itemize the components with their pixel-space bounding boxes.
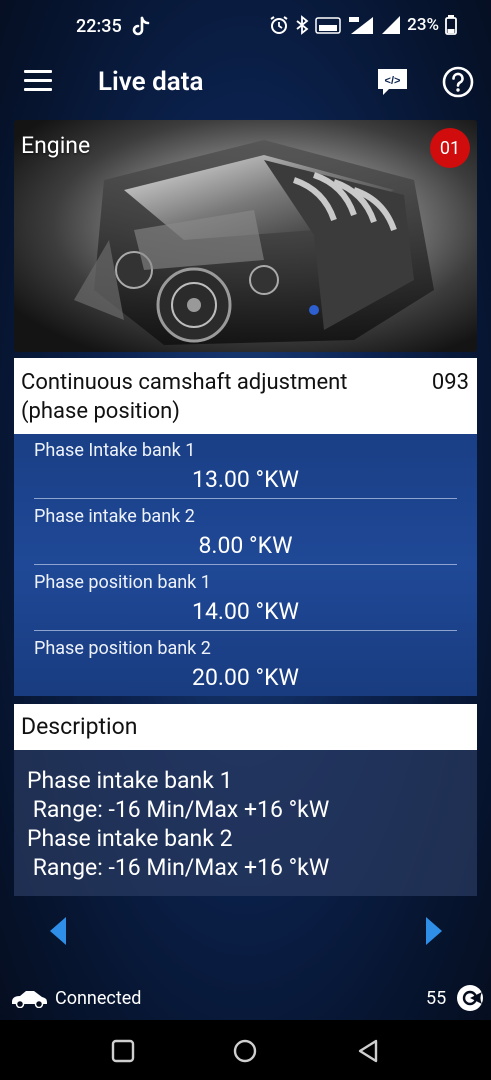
value-reading: 20.00 °KW xyxy=(192,664,299,691)
connection-status: Connected xyxy=(55,988,142,1009)
divider xyxy=(34,498,457,499)
alarm-icon xyxy=(270,16,288,34)
app-bar: Live data </> xyxy=(0,58,491,108)
value-label: Phase Intake bank 1 xyxy=(34,440,196,461)
triangle-right-icon[interactable] xyxy=(424,916,444,946)
code-chat-icon[interactable]: </> xyxy=(376,67,409,97)
description-line: Range: -16 Min/Max +16 °kW xyxy=(27,796,330,823)
divider xyxy=(34,564,457,565)
refresh-rate-icon[interactable] xyxy=(456,984,484,1012)
status-icons: 23% xyxy=(269,15,457,35)
signal-4g-icon xyxy=(349,17,374,34)
value-row: Phase position bank 1 14.00 °KW xyxy=(34,566,457,632)
live-values-panel: Phase Intake bank 1 13.00 °KW Phase inta… xyxy=(14,434,477,696)
battery-icon xyxy=(445,15,457,35)
volte-icon xyxy=(315,17,341,34)
description-header: Description xyxy=(14,704,477,750)
divider xyxy=(34,630,457,631)
bluetooth-icon xyxy=(296,15,309,35)
status-time: 22:35 xyxy=(76,16,122,37)
status-bar: 22:35 23% xyxy=(0,0,491,58)
value-reading: 14.00 °KW xyxy=(192,598,299,625)
page-title: Live data xyxy=(98,67,204,97)
connection-footer: Connected 55 xyxy=(0,978,491,1018)
group-title: Continuous camshaft adjustment (phase po… xyxy=(21,370,348,424)
module-title: Engine xyxy=(21,132,91,159)
group-number: 093 xyxy=(431,370,469,395)
tiktok-icon xyxy=(132,16,150,36)
value-reading: 8.00 °KW xyxy=(198,532,293,559)
value-label: Phase intake bank 2 xyxy=(34,506,195,527)
svg-text:</>: </> xyxy=(385,75,401,87)
recents-square-icon[interactable] xyxy=(110,1038,136,1064)
value-row: Phase position bank 2 20.00 °KW xyxy=(34,632,457,698)
car-icon xyxy=(12,991,47,1008)
value-label: Phase position bank 2 xyxy=(34,638,211,659)
description-line: Phase intake bank 1 xyxy=(27,767,233,794)
value-label: Phase position bank 1 xyxy=(34,572,211,593)
description-title: Description xyxy=(21,713,138,740)
value-row: Phase intake bank 2 8.00 °KW xyxy=(34,500,457,566)
module-badge: 01 xyxy=(430,128,470,168)
description-line: Phase intake bank 2 xyxy=(27,825,233,852)
help-circle-icon[interactable] xyxy=(442,66,474,98)
triangle-left-icon[interactable] xyxy=(48,916,68,946)
home-circle-icon[interactable] xyxy=(232,1038,258,1064)
engine-module-card[interactable]: Engine 01 xyxy=(14,120,477,352)
value-reading: 13.00 °KW xyxy=(192,466,299,493)
hamburger-menu-icon[interactable] xyxy=(24,70,52,94)
back-triangle-icon[interactable] xyxy=(355,1038,381,1064)
value-row: Phase Intake bank 1 13.00 °KW xyxy=(34,434,457,500)
sample-count: 55 xyxy=(426,988,447,1009)
description-line: Range: -16 Min/Max +16 °kW xyxy=(27,854,330,881)
battery-percent: 23% xyxy=(407,15,439,35)
description-body: Phase intake bank 1 Range: -16 Min/Max +… xyxy=(14,750,477,896)
signal-icon xyxy=(382,16,401,34)
system-navigation-bar xyxy=(0,1020,491,1080)
measuring-group-header: Continuous camshaft adjustment (phase po… xyxy=(14,358,477,434)
